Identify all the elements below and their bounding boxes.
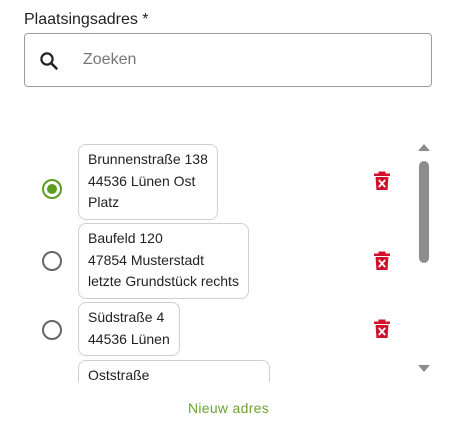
scroll-up-arrow-icon[interactable] xyxy=(418,144,430,151)
radio-button-selected[interactable] xyxy=(42,179,62,199)
delete-icon[interactable] xyxy=(373,251,391,271)
radio-button[interactable] xyxy=(42,251,62,271)
scrollbar-thumb[interactable] xyxy=(419,161,429,263)
new-address-button[interactable]: Nieuw adres xyxy=(0,400,449,416)
address-card[interactable]: Oststraße xyxy=(78,360,270,382)
address-list: Brunnenstraße 138 44536 Lünen Ost Platz … xyxy=(0,136,449,382)
delete-icon[interactable] xyxy=(373,319,391,339)
address-line: 44536 Lünen xyxy=(88,330,170,347)
address-line: Südstraße 4 xyxy=(88,309,165,325)
field-label: Plaatsingsadres * xyxy=(24,11,149,28)
search-box[interactable] xyxy=(24,33,432,87)
address-line: 47854 Musterstadt xyxy=(88,251,204,268)
address-card[interactable]: Baufeld 120 47854 Musterstadt letzte Gru… xyxy=(78,223,249,299)
delete-icon[interactable] xyxy=(373,171,391,191)
scroll-down-arrow-icon[interactable] xyxy=(418,365,430,372)
scrollbar[interactable] xyxy=(414,140,434,378)
address-line: 44536 Lünen Ost xyxy=(88,172,196,189)
address-line: Brunnenstraße 138 xyxy=(88,151,208,167)
address-line: letzte Grundstück rechts xyxy=(88,273,239,289)
radio-button[interactable] xyxy=(42,320,62,340)
address-line: Baufeld 120 xyxy=(88,230,163,246)
address-line: Oststraße xyxy=(88,367,150,382)
address-line: Platz xyxy=(88,194,120,210)
search-input[interactable] xyxy=(83,34,413,86)
address-card[interactable]: Brunnenstraße 138 44536 Lünen Ost Platz xyxy=(78,144,218,220)
address-card[interactable]: Südstraße 4 44536 Lünen xyxy=(78,302,180,356)
search-icon xyxy=(39,51,59,71)
